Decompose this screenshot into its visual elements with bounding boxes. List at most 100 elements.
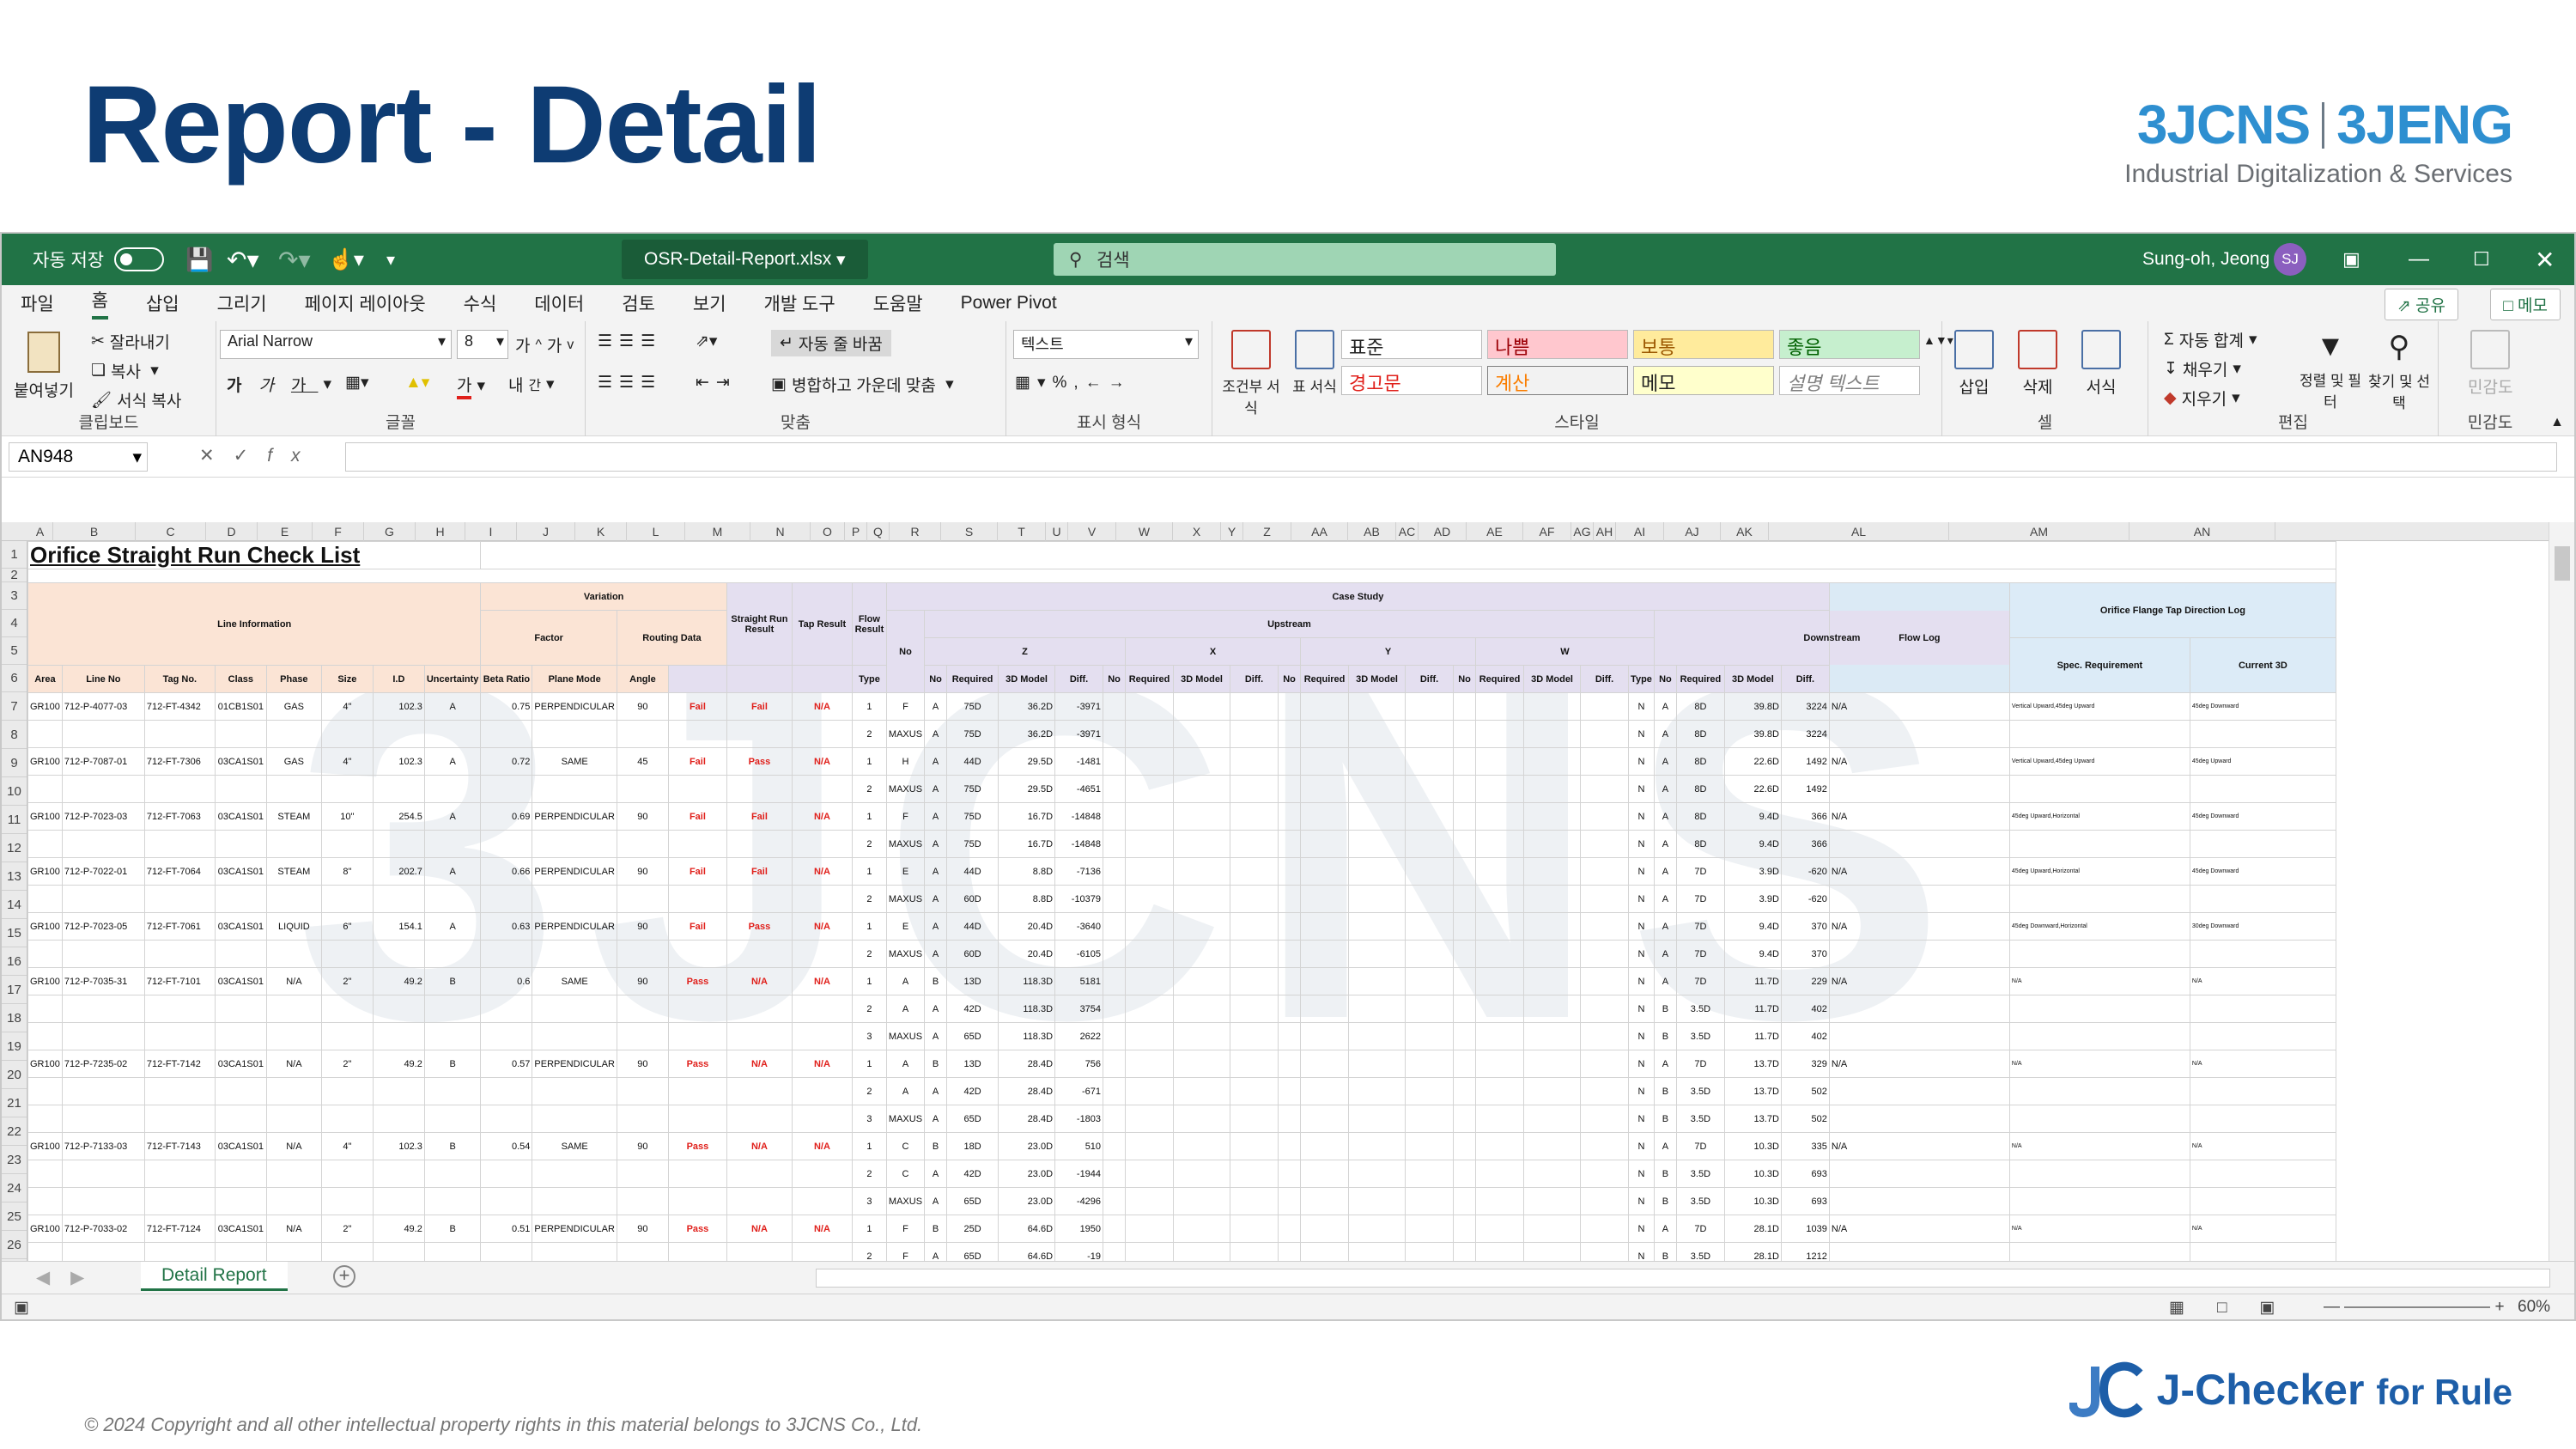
cell[interactable] [532, 1242, 617, 1261]
cell[interactable]: 20.4D [998, 940, 1056, 968]
cell[interactable]: A [1653, 747, 1677, 776]
cell[interactable]: 36.2D [998, 692, 1056, 721]
cell[interactable]: N/A [726, 1050, 793, 1078]
cell[interactable] [1173, 1077, 1231, 1105]
cell[interactable] [1230, 912, 1279, 941]
row-header[interactable]: 1 [2, 541, 27, 569]
row-header[interactable]: 2 [2, 569, 27, 582]
column-header[interactable]: U [1046, 522, 1068, 541]
cell[interactable] [1278, 1160, 1302, 1188]
search-input[interactable]: ⚲ 검색 [1054, 243, 1556, 276]
cell[interactable] [1405, 692, 1455, 721]
cell[interactable] [372, 720, 425, 748]
cell[interactable]: F [885, 1215, 926, 1243]
cell[interactable]: PERPENDICULAR [532, 912, 617, 941]
cell[interactable] [1348, 1077, 1406, 1105]
cell[interactable]: N [1628, 1105, 1655, 1133]
cell[interactable] [1230, 1022, 1279, 1050]
cell[interactable] [1300, 995, 1350, 1023]
cell[interactable]: N/A [726, 1132, 793, 1160]
cell[interactable]: 45deg Downward [2189, 692, 2336, 721]
cell[interactable] [1580, 1077, 1630, 1105]
cell[interactable] [214, 1022, 267, 1050]
cell[interactable]: MAXUS [885, 885, 926, 913]
macro-record-icon[interactable]: ▣ [14, 1298, 29, 1318]
cell[interactable] [1103, 1050, 1127, 1078]
save-icon[interactable]: 💾 [185, 234, 213, 285]
cell[interactable]: GAS [265, 692, 322, 721]
row-header[interactable]: 11 [2, 806, 27, 834]
cell[interactable]: 2 [851, 940, 887, 968]
cell[interactable]: N [1628, 1242, 1655, 1261]
cell[interactable] [61, 1022, 145, 1050]
cell[interactable] [1475, 1022, 1525, 1050]
cell[interactable]: 3.5D [1675, 1187, 1725, 1215]
cell[interactable]: 510 [1054, 1132, 1104, 1160]
cell[interactable] [616, 1077, 669, 1105]
cell[interactable]: Fail [667, 912, 727, 941]
cell[interactable] [726, 1022, 793, 1050]
cell[interactable] [423, 940, 482, 968]
cell[interactable]: N/A [791, 857, 853, 886]
phonetic-icon[interactable]: 내 간 ▾ [508, 373, 555, 396]
cell[interactable]: LIQUID [265, 912, 322, 941]
cell[interactable] [1173, 1242, 1231, 1261]
cell[interactable]: 118.3D [998, 1022, 1056, 1050]
cell[interactable] [667, 995, 727, 1023]
autosave-toggle[interactable]: 자동 저장 [33, 234, 165, 285]
cell[interactable]: 22.6D [1723, 747, 1782, 776]
cell[interactable]: A [924, 857, 948, 886]
cell[interactable]: 60D [946, 885, 999, 913]
ribbon-display-icon[interactable]: ▣ [2342, 234, 2360, 285]
cell[interactable] [320, 1242, 374, 1261]
cell[interactable] [1230, 995, 1279, 1023]
cell[interactable] [532, 720, 617, 748]
cell[interactable] [1103, 940, 1127, 968]
cell[interactable] [1523, 830, 1582, 858]
cell[interactable] [143, 1077, 216, 1105]
menu-item[interactable]: 홈 [91, 287, 108, 320]
column-header[interactable]: AB [1348, 522, 1396, 541]
cell[interactable] [532, 995, 617, 1023]
cell[interactable] [1348, 1215, 1406, 1243]
cell[interactable] [1523, 802, 1582, 831]
cell[interactable] [1348, 802, 1406, 831]
cell[interactable] [1103, 1160, 1127, 1188]
cell[interactable] [1523, 967, 1582, 995]
cell[interactable] [1278, 830, 1302, 858]
cell[interactable]: 3224 [1780, 720, 1830, 748]
cell[interactable]: 2622 [1054, 1022, 1104, 1050]
cell[interactable] [1405, 830, 1455, 858]
cell[interactable] [423, 1242, 482, 1261]
cell[interactable] [1523, 1050, 1582, 1078]
sheet-table[interactable]: Orifice Straight Run Check List Line Inf… [27, 541, 2336, 1261]
cell[interactable] [2008, 1242, 2190, 1261]
cell[interactable]: 502 [1780, 1077, 1830, 1105]
cell[interactable]: 366 [1780, 830, 1830, 858]
cell[interactable]: 64.6D [998, 1242, 1056, 1261]
cell[interactable]: 756 [1054, 1050, 1104, 1078]
cell[interactable] [265, 830, 322, 858]
cell[interactable]: 30deg Downward [2189, 912, 2336, 941]
cell[interactable] [1523, 692, 1582, 721]
cell[interactable]: N/A [2008, 1132, 2190, 1160]
cell[interactable]: Fail [667, 747, 727, 776]
style-warning[interactable]: 경고문 [1341, 366, 1482, 395]
cell[interactable] [1523, 1105, 1582, 1133]
cell[interactable] [1125, 857, 1175, 886]
cell[interactable] [1125, 1242, 1175, 1261]
cell[interactable] [423, 1187, 482, 1215]
cell[interactable]: 90 [616, 857, 669, 886]
cell[interactable]: 1 [851, 747, 887, 776]
cell[interactable] [2008, 720, 2190, 748]
cell[interactable] [2189, 775, 2336, 803]
cell[interactable] [1348, 1160, 1406, 1188]
cell[interactable] [2189, 720, 2336, 748]
cell[interactable] [423, 885, 482, 913]
cell[interactable] [2189, 940, 2336, 968]
cell[interactable] [667, 1160, 727, 1188]
cell[interactable]: A [1653, 720, 1677, 748]
cell[interactable]: 65D [946, 1105, 999, 1133]
find-select-button[interactable]: ⚲ 찾기 및 선택 [2365, 330, 2433, 412]
cell[interactable] [1580, 1160, 1630, 1188]
